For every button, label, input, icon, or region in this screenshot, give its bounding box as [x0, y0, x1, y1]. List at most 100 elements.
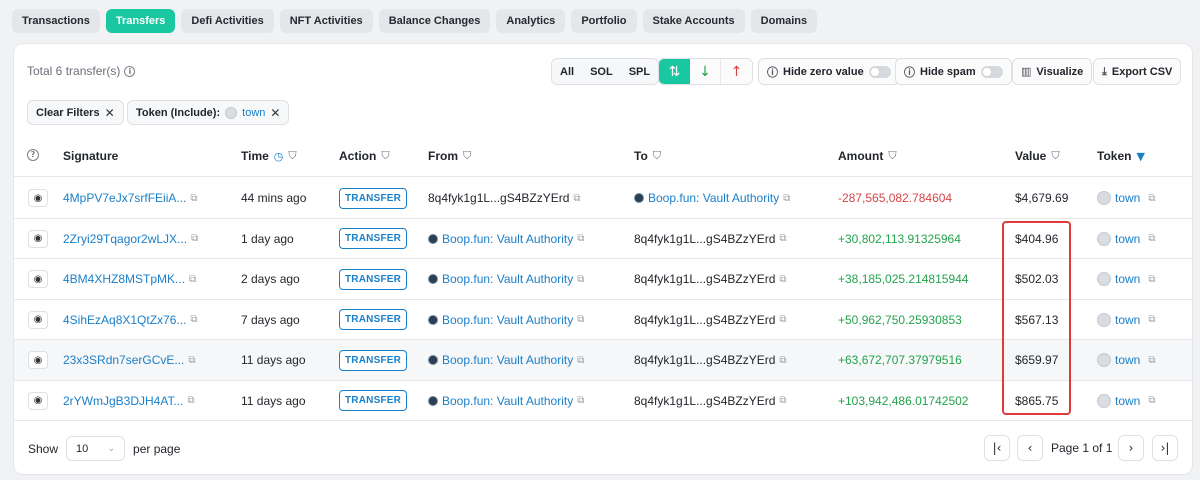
eye-icon[interactable]: ◉	[28, 229, 48, 248]
both-directions-icon[interactable]: ⇅	[659, 59, 690, 84]
signature-link[interactable]: 2Zryi29Tqagor2wLJX...	[63, 232, 187, 246]
address-link[interactable]: Boop.fun: Vault Authority	[442, 272, 573, 286]
next-page-button[interactable]: ›	[1118, 435, 1144, 461]
address-link[interactable]: Boop.fun: Vault Authority	[442, 313, 573, 327]
copy-icon[interactable]: ⧉	[577, 355, 584, 366]
address-link[interactable]: Boop.fun: Vault Authority	[648, 191, 779, 205]
token-link[interactable]: town	[1115, 272, 1140, 286]
address-text[interactable]: 8q4fyk1g1L...gS4BZzYErd	[634, 272, 775, 286]
type-segmented-control: All SOL SPL	[551, 58, 660, 85]
copy-icon[interactable]: ⧉	[779, 355, 786, 366]
tab-balance-changes[interactable]: Balance Changes	[378, 9, 491, 33]
copy-icon[interactable]: ⧉	[779, 233, 786, 244]
address-link[interactable]: Boop.fun: Vault Authority	[442, 232, 573, 246]
clock-icon[interactable]: ◷	[274, 150, 284, 163]
address-text[interactable]: 8q4fyk1g1L...gS4BZzYErd	[634, 394, 775, 408]
token-link[interactable]: town	[1115, 394, 1140, 408]
address-text[interactable]: 8q4fyk1g1L...gS4BZzYErd	[634, 353, 775, 367]
copy-icon[interactable]: ⧉	[577, 233, 584, 244]
copy-icon[interactable]: ⧉	[187, 395, 194, 406]
copy-icon[interactable]: ⧉	[1148, 355, 1155, 366]
address-text[interactable]: 8q4fyk1g1L...gS4BZzYErd	[634, 232, 775, 246]
token-link[interactable]: town	[1115, 232, 1140, 246]
filter-icon[interactable]: ⛉	[381, 149, 389, 163]
copy-icon[interactable]: ⧉	[779, 314, 786, 325]
tab-nft-activities[interactable]: NFT Activities	[279, 9, 373, 33]
token-icon	[1097, 272, 1111, 286]
prev-page-button[interactable]: ‹	[1017, 435, 1043, 461]
copy-icon[interactable]: ⧉	[1148, 314, 1155, 325]
address-text[interactable]: 8q4fyk1g1L...gS4BZzYErd	[428, 191, 569, 205]
filter-icon[interactable]: ⛉	[288, 149, 296, 163]
copy-icon[interactable]: ⧉	[1148, 395, 1155, 406]
address-link[interactable]: Boop.fun: Vault Authority	[442, 353, 573, 367]
outgoing-arrow-icon[interactable]: ↑	[721, 59, 752, 84]
close-icon[interactable]: ✕	[105, 106, 115, 120]
eye-icon[interactable]: ◉	[28, 189, 48, 207]
copy-icon[interactable]: ⧉	[189, 274, 196, 285]
copy-icon[interactable]: ⧉	[779, 274, 786, 285]
eye-icon[interactable]: ◉	[28, 310, 48, 329]
filter-icon[interactable]: ⛉	[653, 149, 661, 163]
incoming-arrow-icon[interactable]: ↓	[690, 59, 721, 84]
copy-icon[interactable]: ⧉	[191, 233, 198, 244]
signature-link[interactable]: 4SihEzAq8X1QtZx76...	[63, 313, 186, 327]
copy-icon[interactable]: ⧉	[1148, 233, 1155, 244]
eye-icon[interactable]: ◉	[28, 351, 48, 369]
page-size-select[interactable]: 10 ⌄	[66, 436, 126, 461]
signature-link[interactable]: 2rYWmJgB3DJH4AT...	[63, 394, 183, 408]
signature-link[interactable]: 4BM4XHZ8MSTpMK...	[63, 272, 185, 286]
copy-icon[interactable]: ⧉	[190, 314, 197, 325]
copy-icon[interactable]: ⧉	[1148, 193, 1155, 204]
copy-icon[interactable]: ⧉	[190, 193, 197, 204]
hide-spam-toggle[interactable]: ⓘ Hide spam	[895, 58, 1012, 85]
filter-icon[interactable]: ⛉	[1051, 149, 1059, 163]
filter-icon[interactable]: ⛉	[888, 149, 896, 163]
first-page-button[interactable]: |‹	[984, 435, 1010, 461]
hide-zero-value-toggle[interactable]: ⓘ Hide zero value	[758, 58, 900, 85]
close-icon[interactable]: ✕	[270, 106, 280, 120]
copy-icon[interactable]: ⧉	[779, 395, 786, 406]
clear-filters-chip[interactable]: Clear Filters ✕	[27, 100, 124, 125]
eye-icon[interactable]: ◉	[28, 391, 48, 410]
token-filter-value[interactable]: town	[242, 107, 265, 119]
signature-link[interactable]: 4MpPV7eJx7srfFEiiA...	[63, 191, 186, 205]
filter-active-icon[interactable]: ▼	[1136, 150, 1144, 163]
segment-spl[interactable]: SPL	[621, 59, 658, 84]
signature-link[interactable]: 23x3SRdn7serGCvE...	[63, 353, 184, 367]
token-link[interactable]: town	[1115, 191, 1140, 205]
address-link[interactable]: Boop.fun: Vault Authority	[442, 394, 573, 408]
filter-icon[interactable]: ⛉	[463, 149, 471, 163]
copy-icon[interactable]: ⧉	[573, 193, 580, 204]
tab-defi-activities[interactable]: Defi Activities	[181, 9, 274, 33]
tab-stake-accounts[interactable]: Stake Accounts	[642, 9, 745, 33]
token-filter-chip[interactable]: Token (Include): town ✕	[127, 100, 290, 125]
toggle-switch[interactable]	[980, 65, 1003, 78]
eye-icon[interactable]: ◉	[28, 270, 48, 288]
segment-all[interactable]: All	[552, 59, 582, 84]
tab-transfers[interactable]: Transfers	[105, 9, 176, 33]
tab-portfolio[interactable]: Portfolio	[571, 9, 637, 33]
segment-sol[interactable]: SOL	[582, 59, 621, 84]
help-icon[interactable]: ?	[27, 149, 39, 161]
tab-domains[interactable]: Domains	[750, 9, 818, 33]
column-from: From ⛉	[428, 149, 471, 163]
copy-icon[interactable]: ⧉	[188, 355, 195, 366]
copy-icon[interactable]: ⧉	[783, 193, 790, 204]
last-page-button[interactable]: ›|	[1152, 435, 1178, 461]
visualize-button[interactable]: ▥ Visualize	[1012, 58, 1093, 85]
tab-transactions[interactable]: Transactions	[12, 9, 100, 33]
token-link[interactable]: town	[1115, 313, 1140, 327]
info-icon: ⓘ	[904, 65, 915, 79]
toggle-switch[interactable]	[868, 65, 891, 78]
tab-analytics[interactable]: Analytics	[496, 9, 566, 33]
export-csv-button[interactable]: ⤓ Export CSV	[1093, 58, 1182, 85]
copy-icon[interactable]: ⧉	[577, 314, 584, 325]
address-text[interactable]: 8q4fyk1g1L...gS4BZzYErd	[634, 313, 775, 327]
token-link[interactable]: town	[1115, 353, 1140, 367]
copy-icon[interactable]: ⧉	[577, 274, 584, 285]
copy-icon[interactable]: ⧉	[577, 395, 584, 406]
info-icon[interactable]: i	[124, 65, 136, 77]
copy-icon[interactable]: ⧉	[1148, 274, 1155, 285]
vault-entity-icon	[428, 314, 438, 325]
